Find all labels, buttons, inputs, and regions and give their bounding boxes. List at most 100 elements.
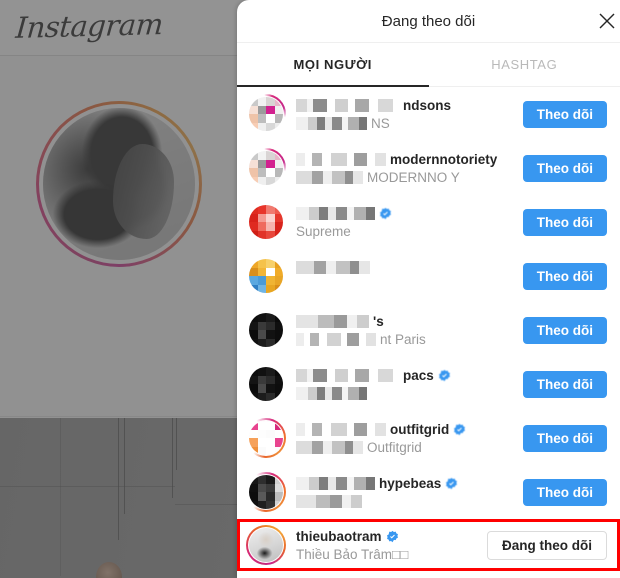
table-row-highlighted[interactable]: thieubaotram Thiều Bảo Trâm□□ Đang theo dõ… [237, 519, 620, 571]
tab-people[interactable]: MỌI NGƯỜI [237, 43, 429, 87]
username-partial: modernnotoriety [390, 151, 498, 167]
avatar[interactable] [246, 148, 286, 188]
avatar[interactable] [246, 94, 286, 134]
close-icon[interactable] [590, 4, 620, 38]
avatar-image [249, 475, 283, 509]
table-row[interactable]: 's nt Paris Theo dõi [237, 303, 620, 357]
following-button[interactable]: Đang theo dõi [487, 530, 607, 560]
fullname-line [296, 493, 523, 509]
follow-button[interactable]: Theo dõi [522, 370, 607, 398]
username-partial: outfitgrid [390, 421, 450, 437]
censored-text-blocks [296, 152, 386, 166]
avatar-image [249, 259, 283, 293]
follow-button[interactable]: Theo dõi [522, 316, 607, 344]
avatar-image [249, 421, 283, 455]
censored-avatar-mosaic [249, 97, 283, 131]
username-line [296, 205, 523, 221]
username-line: 's [296, 313, 523, 329]
row-text: ndsons NS [296, 97, 523, 131]
row-text: thieubaotram Thiều Bảo Trâm□□ [296, 528, 487, 562]
fullname-line: Thiều Bảo Trâm□□ [296, 546, 487, 562]
follow-button[interactable]: Theo dõi [522, 478, 607, 506]
censored-avatar-mosaic [249, 313, 283, 347]
avatar[interactable] [246, 472, 286, 512]
verified-badge-icon [453, 423, 466, 436]
row-text: pacs [296, 367, 523, 401]
row-text: Supreme [296, 205, 523, 239]
fullname-line: MODERNNO Y [296, 169, 523, 185]
fullname-line: NS [296, 115, 523, 131]
avatar-image [249, 97, 283, 131]
censored-avatar-mosaic [249, 475, 283, 509]
username-line: modernnotoriety [296, 151, 523, 167]
username-partial: 's [373, 313, 384, 329]
censored-text-blocks [296, 476, 375, 490]
fullname: Supreme [296, 223, 351, 239]
dialog-title: Đang theo dõi [381, 12, 476, 30]
censored-avatar-mosaic [249, 259, 283, 293]
censored-text-blocks [296, 260, 370, 274]
username-line: hypebeas [296, 475, 523, 491]
fullname-partial: Outfitgrid [367, 439, 422, 455]
fullname-line: nt Paris [296, 331, 523, 347]
username-line: outfitgrid [296, 421, 523, 437]
verified-badge-icon [445, 477, 458, 490]
username-line: ndsons [296, 97, 523, 113]
follow-button[interactable]: Theo dõi [522, 208, 607, 236]
verified-badge-icon [438, 369, 451, 382]
avatar-image [249, 205, 283, 239]
verified-badge-icon [386, 530, 399, 543]
table-row[interactable]: hypebeas Theo dõi [237, 465, 620, 519]
tab-hashtag[interactable]: HASHTAG [429, 43, 620, 86]
censored-avatar-mosaic [249, 151, 283, 185]
censored-text-blocks [296, 368, 399, 382]
username-line: pacs [296, 367, 523, 383]
dialog-header: Đang theo dõi [237, 0, 620, 43]
verified-badge-icon [379, 207, 392, 220]
avatar[interactable] [249, 313, 283, 347]
table-row[interactable]: modernnotoriety MODERNNO Y Theo dõi [237, 141, 620, 195]
table-row[interactable]: Theo dõi [237, 249, 620, 303]
avatar-image [249, 367, 283, 401]
username-partial: ndsons [403, 97, 452, 113]
censored-text-blocks [296, 440, 363, 454]
table-row[interactable]: Supreme Theo dõi [237, 195, 620, 249]
fullname-partial: nt Paris [380, 331, 426, 347]
follow-button[interactable]: Theo dõi [522, 262, 607, 290]
follow-button[interactable]: Theo dõi [522, 424, 607, 452]
table-row[interactable]: outfitgrid Outfitgrid Theo dõi [237, 411, 620, 465]
avatar-image [249, 313, 283, 347]
avatar[interactable] [246, 525, 286, 565]
censored-text-blocks [296, 98, 399, 112]
fullname: Thiều Bảo Trâm□□ [296, 546, 409, 562]
username-line: thieubaotram [296, 528, 487, 544]
follow-button[interactable]: Theo dõi [522, 100, 607, 128]
avatar[interactable] [249, 259, 283, 293]
following-list[interactable]: ndsons NS Theo dõi modernnotoriety MODERNNO … [237, 87, 620, 578]
dialog-tabs: MỌI NGƯỜI HASHTAG [237, 43, 620, 87]
censored-text-blocks [296, 116, 367, 130]
fullname-line [296, 277, 523, 293]
censored-text-blocks [296, 206, 375, 220]
censored-text-blocks [296, 422, 386, 436]
row-text: outfitgrid Outfitgrid [296, 421, 523, 455]
censored-avatar-mosaic [249, 367, 283, 401]
username-partial: hypebeas [379, 475, 442, 491]
fullname-partial: NS [371, 115, 390, 131]
table-row[interactable]: pacs Theo dõi [237, 357, 620, 411]
censored-text-blocks [296, 314, 369, 328]
avatar-image [249, 528, 283, 562]
avatar[interactable] [249, 367, 283, 401]
fullname-partial: MODERNNO Y [367, 169, 460, 185]
avatar[interactable] [249, 205, 283, 239]
avatar[interactable] [246, 418, 286, 458]
username-line [296, 259, 523, 275]
following-dialog: Đang theo dõi MỌI NGƯỜI HASHTAG ndsons NS… [237, 0, 620, 578]
fullname-line: Outfitgrid [296, 439, 523, 455]
username[interactable]: thieubaotram [296, 529, 382, 544]
fullname-line [296, 385, 523, 401]
follow-button[interactable]: Theo dõi [522, 154, 607, 182]
table-row[interactable]: ndsons NS Theo dõi [237, 87, 620, 141]
fullname-line: Supreme [296, 223, 523, 239]
row-text [296, 259, 523, 293]
